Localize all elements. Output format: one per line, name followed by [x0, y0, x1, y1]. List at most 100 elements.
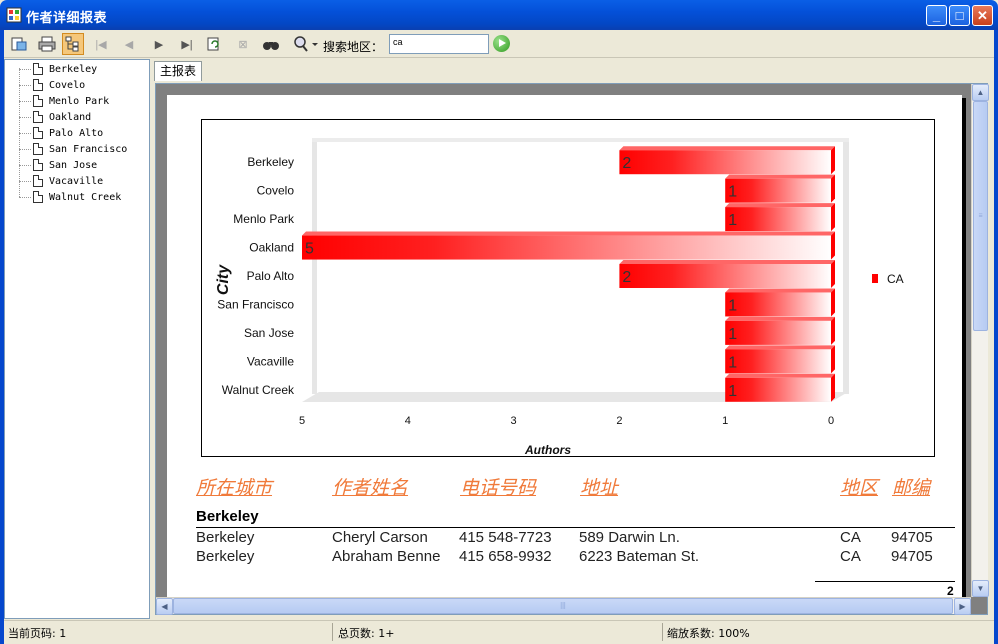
bar-side-face [831, 316, 835, 345]
last-page-icon[interactable]: ▶| [176, 33, 198, 55]
category-tick-label: Oakland [249, 241, 294, 255]
search-go-icon[interactable] [493, 35, 510, 52]
tree-item[interactable]: Berkeley [19, 61, 97, 77]
bar [725, 377, 831, 402]
legend-label: CA [887, 272, 904, 286]
bar-data-label: 2 [622, 155, 631, 172]
tree-connector [19, 101, 31, 102]
tree-item[interactable]: Vacaville [19, 173, 103, 189]
header-state: 地区 [840, 477, 879, 499]
document-icon [33, 111, 43, 123]
bar-top-face [725, 203, 835, 208]
header-city: 所在城市 [196, 477, 273, 499]
tree-item-label: Walnut Creek [49, 191, 122, 203]
bar-data-label: 1 [728, 354, 737, 371]
header-zip: 邮编 [892, 477, 931, 499]
tree-connector [19, 69, 31, 70]
export-icon[interactable] [8, 33, 30, 55]
zoom-status: 缩放系数: 100% [667, 627, 750, 640]
bar-top-face [725, 373, 835, 378]
bar-top-face [725, 288, 835, 293]
vertical-scroll-thumb[interactable]: ≡ [973, 101, 988, 331]
tree-connector [19, 181, 31, 182]
tree-item[interactable]: Menlo Park [19, 93, 109, 109]
category-tick-label: Palo Alto [247, 269, 295, 283]
tab-main-report[interactable]: 主报表 [154, 61, 202, 81]
category-tick-label: San Jose [244, 326, 294, 340]
status-divider [662, 623, 663, 641]
document-icon [33, 127, 43, 139]
cell-state: CA [840, 529, 861, 546]
tree-connector [19, 117, 31, 118]
tree-item[interactable]: Oakland [19, 109, 91, 125]
search-input[interactable]: ca [389, 34, 489, 54]
tree-item-label: San Jose [49, 159, 98, 171]
tree-item[interactable]: Walnut Creek [19, 189, 121, 205]
tree-item-label: San Francisco [49, 143, 128, 155]
x-tick-label: 5 [299, 415, 305, 427]
tree-item[interactable]: San Francisco [19, 141, 127, 157]
scroll-left-icon[interactable]: ◀ [156, 598, 173, 615]
tree-connector [19, 85, 31, 86]
cell-address: 589 Darwin Ln. [579, 529, 680, 546]
report-viewport: 2 Berkeley 1 Covelo 1 Menlo Park 5 Oakland 2 Palo… [155, 83, 988, 615]
tree-connector [19, 133, 31, 134]
total-pages-status: 总页数: 1+ [338, 627, 395, 640]
minimize-button[interactable]: _ [926, 5, 947, 26]
bar [725, 349, 831, 374]
first-page-icon[interactable]: |◀ [90, 33, 112, 55]
tree-toggle-icon[interactable] [62, 33, 84, 55]
current-page-status: 当前页码: 1 [8, 627, 67, 640]
tree-item-label: Menlo Park [49, 95, 110, 107]
bar-top-face [725, 345, 835, 350]
title-bar[interactable]: 作者详细报表 _ □ ✕ [0, 0, 998, 30]
chart-wall-left [312, 138, 317, 394]
scroll-right-icon[interactable]: ▶ [954, 598, 971, 615]
horizontal-scroll-thumb[interactable]: ||| [173, 598, 953, 614]
scroll-down-icon[interactable]: ▼ [972, 580, 989, 597]
bar-data-label: 1 [728, 383, 737, 400]
bar-top-face [725, 316, 835, 321]
bar-top-face [619, 146, 835, 151]
report-page: 2 Berkeley 1 Covelo 1 Menlo Park 5 Oakland 2 Palo… [167, 95, 962, 605]
horizontal-scrollbar[interactable]: ◀ ||| ▶ [156, 597, 971, 615]
maximize-button[interactable]: □ [949, 5, 970, 26]
page-number: 2 [947, 584, 954, 598]
refresh-icon[interactable] [203, 33, 225, 55]
cell-zip: 94705 [891, 548, 933, 565]
legend-swatch [872, 274, 878, 283]
bar-data-label: 5 [305, 241, 314, 258]
close-button[interactable]: ✕ [972, 5, 993, 26]
zoom-icon[interactable] [290, 33, 322, 55]
bar-data-label: 1 [728, 326, 737, 343]
find-icon[interactable] [260, 33, 282, 55]
tree-connector [19, 165, 31, 166]
tree-item-label: Oakland [49, 111, 92, 123]
app-icon [6, 7, 22, 23]
cell-address: 6223 Bateman St. [579, 548, 700, 565]
vertical-scrollbar[interactable]: ▲ ≡ ▼ [971, 84, 989, 597]
bar-side-face [831, 345, 835, 374]
next-page-icon[interactable]: ▶ [148, 33, 170, 55]
bar [725, 178, 831, 203]
bar [619, 264, 831, 288]
x-tick-label: 2 [616, 415, 622, 427]
bar-side-face [831, 373, 835, 402]
prev-page-icon[interactable]: ◀ [118, 33, 140, 55]
tree-item[interactable]: Palo Alto [19, 125, 103, 141]
chart-container: 2 Berkeley 1 Covelo 1 Menlo Park 5 Oakland 2 Palo… [201, 119, 935, 457]
tree-connector [19, 149, 31, 150]
stop-icon[interactable]: ⊠ [232, 33, 254, 55]
header-address: 地址 [580, 477, 619, 499]
document-icon [33, 143, 43, 155]
cell-name: Cheryl Carson [332, 529, 428, 546]
tree-item[interactable]: Covelo [19, 77, 85, 93]
document-icon [33, 79, 43, 91]
scroll-up-icon[interactable]: ▲ [972, 84, 989, 101]
header-name: 作者姓名 [332, 477, 409, 499]
bar-data-label: 2 [622, 269, 631, 286]
tree-item[interactable]: San Jose [19, 157, 97, 173]
group-title: Berkeley [196, 508, 259, 525]
print-icon[interactable] [36, 33, 58, 55]
status-divider [332, 623, 333, 641]
